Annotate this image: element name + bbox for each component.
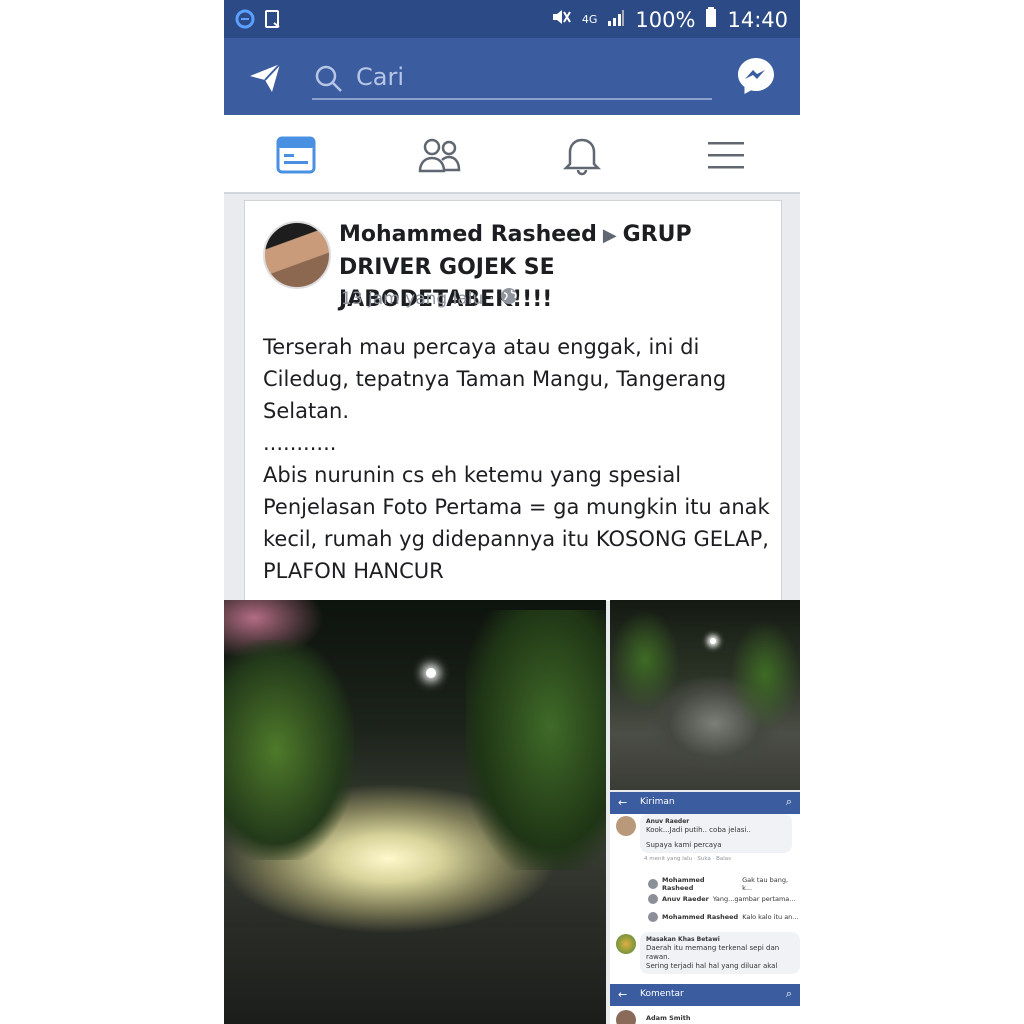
reply-text: Yang...gambar pertama... <box>712 895 796 903</box>
battery-icon <box>705 7 717 32</box>
comment-text: Sering terjadi hal hal yang diluar akal <box>646 962 778 970</box>
commenter-name: Masakan Khas Betawi <box>646 936 720 943</box>
tab-notifications[interactable] <box>560 133 604 177</box>
app-header: Cari <box>224 38 800 115</box>
comment-bubble: Anuv Raeder Kook...Jadi putih.. coba jel… <box>640 814 792 853</box>
tab-news-feed[interactable] <box>274 133 318 177</box>
nav-tabs <box>224 115 800 194</box>
post-meta: 13 jam yang lalu · <box>341 287 518 310</box>
reply-item: Mohammed Rasheed Gak tau bang, k... <box>648 876 800 892</box>
search-icon: ⌕ <box>785 987 792 1000</box>
comment-meta: 4 menit yang lalu · Suka · Balas <box>644 856 732 862</box>
reply-name: Mohammed Rasheed <box>662 913 739 921</box>
back-arrow-icon: ← <box>618 796 628 809</box>
mini-bar-title: Komentar <box>640 989 684 999</box>
photo-foliage-left <box>224 640 354 860</box>
reply-text: Gak tau bang, k... <box>742 876 789 892</box>
hamburger-menu-icon <box>708 142 744 169</box>
comment-bubble: Masakan Khas Betawi Daerah itu memang te… <box>640 932 800 974</box>
share-arrow-icon: ▶ <box>602 225 617 246</box>
author-name[interactable]: Mohammed Rasheed <box>339 222 597 247</box>
comment-text: Daerah itu memang terkenal sepi dan <box>646 944 780 952</box>
clock: 14:40 <box>727 7 788 32</box>
search-icon <box>315 65 342 92</box>
comment-text: Supaya kami percaya <box>646 841 722 849</box>
commenter-name: Anuv Raeder <box>646 818 690 825</box>
tab-friends[interactable] <box>418 133 462 177</box>
post-photo-comments-screenshot[interactable]: ← Kiriman ⌕ Anuv Raeder Kook...Jadi puti… <box>610 792 800 1024</box>
search-bar[interactable]: Cari <box>312 60 712 100</box>
reply-item: Anuv Raeder Yang...gambar pertama... <box>648 894 796 904</box>
post-photo-second[interactable] <box>610 600 800 790</box>
send-icon[interactable] <box>246 58 286 98</box>
network-type: 4G <box>581 12 598 26</box>
battery-percent: 100% <box>635 7 696 32</box>
photo-foliage-right <box>730 620 800 730</box>
tab-menu[interactable] <box>704 133 748 177</box>
photo-street-lamp <box>710 638 716 644</box>
friends-icon <box>418 138 461 173</box>
author-avatar[interactable] <box>263 221 331 289</box>
mini-top-bar: ← Kiriman ⌕ <box>610 792 800 814</box>
post-text-line: Penjelasan Foto Pertama = ga mungkin itu… <box>263 495 770 583</box>
post-text-line: Abis nurunin cs eh ketemu yang spesial <box>263 463 682 487</box>
post-body: Terserah mau percaya atau enggak, ini di… <box>263 331 773 587</box>
comment-text: Kook...Jadi putih.. coba jelasi.. <box>646 826 751 834</box>
commenter-name: Adam Smith <box>646 1014 691 1022</box>
mute-icon <box>550 7 572 32</box>
status-bar: 4G 100% 14:40 <box>224 0 800 38</box>
comment-text: rawan. <box>646 953 670 961</box>
search-icon: ⌕ <box>785 795 792 808</box>
commenter-avatar <box>616 1010 636 1024</box>
search-input[interactable]: Cari <box>356 63 404 91</box>
reply-avatar <box>648 879 658 889</box>
reply-text: Kalo kalo itu an... <box>742 913 799 921</box>
post-card: Mohammed Rasheed ▶ GRUP DRIVER GOJEK SE JA… <box>244 200 782 601</box>
commenter-avatar <box>616 934 636 954</box>
globe-icon <box>500 287 518 310</box>
commenter-avatar <box>616 816 636 836</box>
back-arrow-icon: ← <box>618 988 628 1001</box>
photo-foliage-right <box>466 610 606 870</box>
post-photo-main[interactable] <box>224 600 606 1024</box>
mini-bottom-bar: ← Komentar ⌕ <box>610 984 800 1006</box>
news-feed-icon <box>276 136 316 174</box>
reply-avatar <box>648 894 658 904</box>
reply-avatar <box>648 912 658 922</box>
phone-screen: 4G 100% 14:40 Cari Mohammed Rasheed ▶ GR… <box>224 0 800 1024</box>
reply-name: Mohammed Rasheed <box>661 876 705 892</box>
mini-bar-title: Kiriman <box>640 797 675 807</box>
screenshot-icon <box>264 9 282 33</box>
post-text-line: ........... <box>263 431 337 455</box>
reply-item: Mohammed Rasheed Kalo kalo itu an... <box>648 912 799 922</box>
bell-icon <box>562 138 602 176</box>
post-time[interactable]: 13 jam yang lalu · <box>341 289 494 309</box>
reply-name: Anuv Raeder <box>662 895 709 903</box>
signal-icon <box>607 8 625 32</box>
post-text-line: Terserah mau percaya atau enggak, ini di… <box>263 335 727 423</box>
photo-foliage-left <box>610 610 680 710</box>
sync-icon <box>234 8 256 34</box>
messenger-icon[interactable] <box>736 56 776 96</box>
photo-street-lamp <box>426 668 436 678</box>
